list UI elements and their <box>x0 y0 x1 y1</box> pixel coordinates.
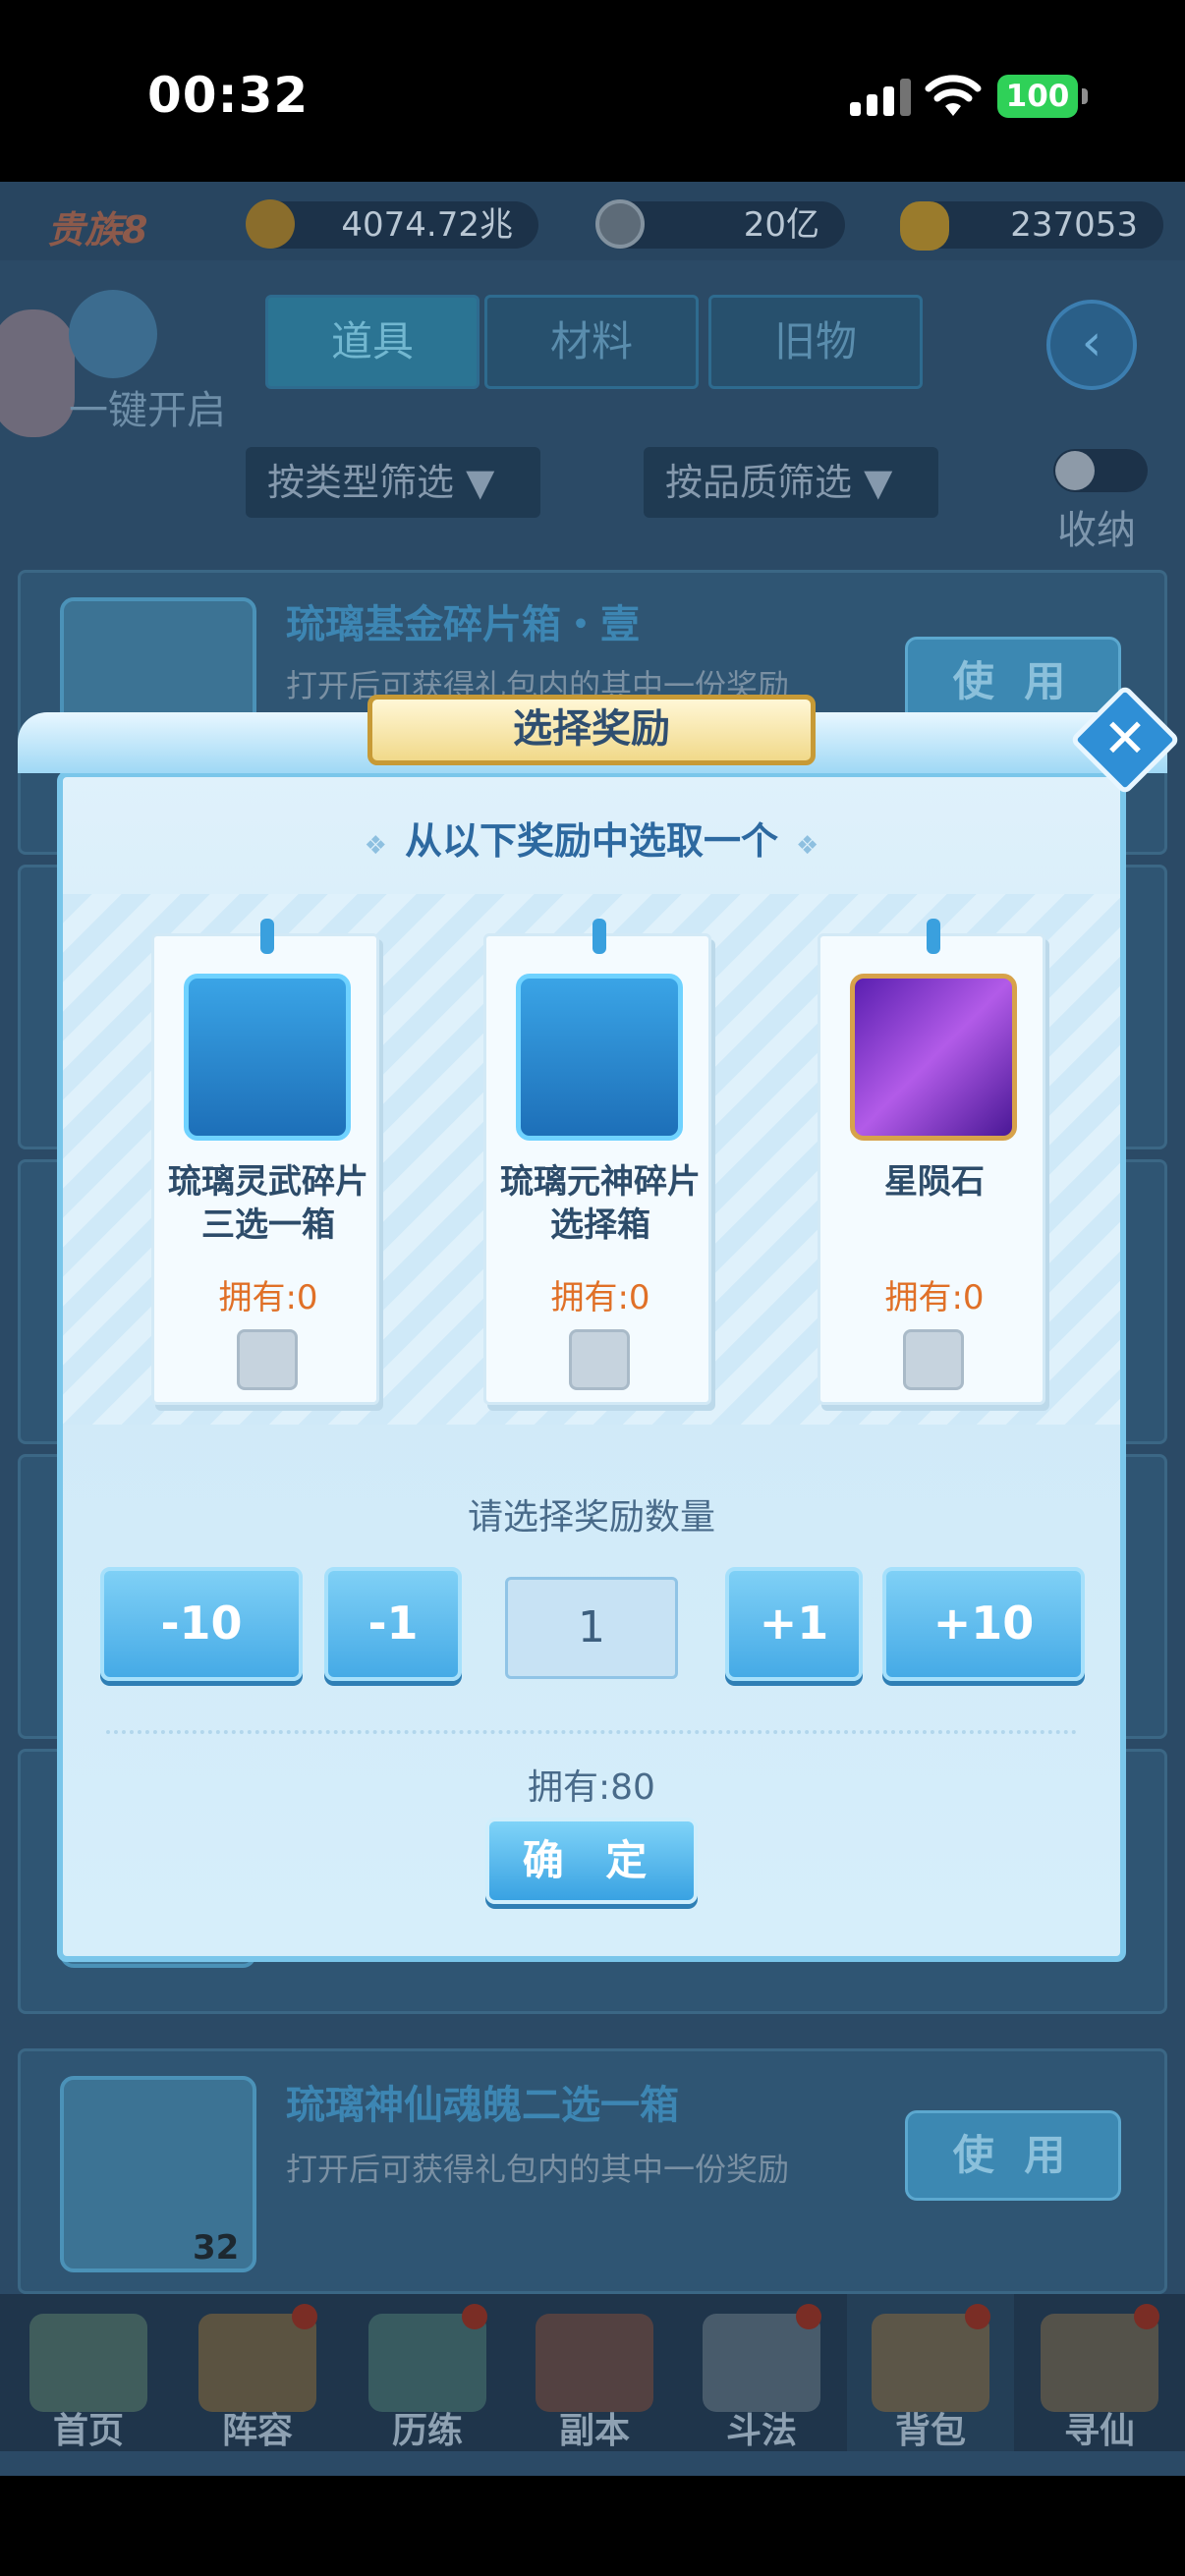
notification-dot <box>796 2304 821 2329</box>
gold-ingot-icon <box>900 201 949 251</box>
reward-owned: 拥有:0 <box>550 1278 650 1317</box>
dialog-subtitle: ❖ 从以下奖励中选取一个 ❖ <box>57 811 1126 865</box>
owned-total: 拥有:80 <box>528 1767 655 1808</box>
wifi-icon <box>925 75 982 116</box>
use-button[interactable]: 使 用 <box>905 2110 1121 2201</box>
star-crystal-icon <box>850 974 1017 1141</box>
battery-icon: 100 <box>997 75 1088 118</box>
minus-10-button[interactable]: -10 <box>100 1567 303 1681</box>
filter-quality-label: 按品质筛选 <box>665 461 853 504</box>
plus-1-button[interactable]: +1 <box>725 1567 863 1681</box>
hook-icon <box>927 919 940 954</box>
diamond-icon: ❖ <box>796 831 819 861</box>
power-value: 4074.72兆 <box>254 201 538 249</box>
nav-label: 背包 <box>894 2411 966 2451</box>
nav-bag[interactable]: 背包 <box>847 2294 1014 2451</box>
reward-checkbox[interactable] <box>237 1329 298 1390</box>
notification-dot <box>462 2304 487 2329</box>
reward-options: 琉璃灵武碎片三选一箱 拥有:0 琉璃元神碎片选择箱 拥有:0 星陨石 拥有:0 <box>63 894 1120 1425</box>
collapse-label: 收纳 <box>1057 508 1136 553</box>
spirit-weapon-chest-icon <box>184 974 351 1141</box>
tab-items[interactable]: 道具 <box>265 295 480 389</box>
close-icon: ✕ <box>1102 707 1148 769</box>
nav-training[interactable]: 历练 <box>344 2294 511 2451</box>
player-avatar[interactable] <box>0 309 75 437</box>
confirm-button[interactable]: 确 定 <box>485 1818 698 1904</box>
nav-dungeon[interactable]: 副本 <box>511 2294 678 2451</box>
reward-card[interactable]: 琉璃元神碎片选择箱 拥有:0 <box>483 919 711 1405</box>
reward-name: 琉璃灵武碎片三选一箱 <box>168 1162 368 1245</box>
back-button[interactable]: ‹ <box>1046 300 1137 390</box>
one-key-open-button[interactable]: 一键开启 <box>69 378 226 435</box>
nav-label: 历练 <box>391 2411 463 2451</box>
quantity-input[interactable]: 1 <box>505 1577 678 1679</box>
reward-name: 星陨石 <box>884 1162 985 1202</box>
reward-name: 琉璃元神碎片选择箱 <box>500 1162 701 1245</box>
nav-lineup[interactable]: 阵容 <box>174 2294 341 2451</box>
nav-battle[interactable]: 斗法 <box>678 2294 845 2451</box>
coin-icon <box>595 199 645 249</box>
funnel-icon: ▼ <box>864 461 893 504</box>
status-bar: 00:32 100 <box>0 0 1185 182</box>
quantity-label: 请选择奖励数量 <box>467 1497 715 1538</box>
reward-checkbox[interactable] <box>569 1329 630 1390</box>
subtitle-text: 从以下奖励中选取一个 <box>404 819 778 863</box>
collapse-toggle[interactable] <box>1053 449 1148 492</box>
tab-relics[interactable]: 旧物 <box>708 295 923 389</box>
dungeon-icon <box>536 2314 653 2412</box>
reward-card[interactable]: 星陨石 拥有:0 <box>818 919 1045 1405</box>
nav-home[interactable]: 首页 <box>5 2294 172 2451</box>
item-name: 琉璃神仙魂魄二选一箱 <box>286 2083 679 2128</box>
hook-icon <box>592 919 606 954</box>
home-icon <box>29 2314 147 2412</box>
notification-dot <box>292 2304 317 2329</box>
key-icon[interactable] <box>69 290 157 378</box>
hook-icon <box>260 919 274 954</box>
nav-seek-immortal[interactable]: 寻仙 <box>1016 2294 1183 2451</box>
plus-10-button[interactable]: +10 <box>882 1567 1085 1681</box>
nav-label: 副本 <box>558 2411 630 2451</box>
soul-chest-icon <box>516 974 683 1141</box>
divider <box>106 1730 1077 1734</box>
reward-card[interactable]: 琉璃灵武碎片三选一箱 拥有:0 <box>151 919 379 1405</box>
reward-owned: 拥有:0 <box>884 1278 985 1317</box>
diamond-icon: ❖ <box>364 831 387 861</box>
item-name: 琉璃基金碎片箱・壹 <box>286 602 640 647</box>
item-desc: 打开后可获得礼包内的其中一份奖励 <box>286 2151 790 2188</box>
funnel-icon: ▼ <box>466 461 495 504</box>
reward-checkbox[interactable] <box>903 1329 964 1390</box>
select-reward-dialog: 选择奖励 ✕ ❖ 从以下奖励中选取一个 ❖ 琉璃灵武碎片三选一箱 拥有:0 琉璃元神… <box>18 684 1181 1962</box>
power-icon <box>246 199 295 249</box>
list-item: 32 琉璃神仙魂魄二选一箱 打开后可获得礼包内的其中一份奖励 使 用 <box>18 2048 1167 2294</box>
nav-label: 首页 <box>52 2411 124 2451</box>
bottom-nav: 首页 阵容 历练 副本 斗法 背包 寻仙 <box>0 2294 1185 2451</box>
vip-level: 贵族8 <box>47 208 148 252</box>
resource-bar: 贵族8 4074.72兆 20亿 237053 <box>0 182 1185 260</box>
nav-label: 阵容 <box>221 2411 293 2451</box>
filter-by-type-button[interactable]: 按类型筛选 ▼ <box>246 447 540 518</box>
filter-by-quality-button[interactable]: 按品质筛选 ▼ <box>644 447 938 518</box>
minus-1-button[interactable]: -1 <box>324 1567 462 1681</box>
nav-label: 寻仙 <box>1063 2411 1135 2451</box>
tab-materials[interactable]: 材料 <box>484 295 699 389</box>
cellular-signal-icon <box>850 79 911 116</box>
clock: 00:32 <box>147 67 310 124</box>
item-count: 32 <box>193 2228 240 2268</box>
notification-dot <box>965 2304 990 2329</box>
reward-owned: 拥有:0 <box>218 1278 318 1317</box>
nav-label: 斗法 <box>725 2411 797 2451</box>
notification-dot <box>1134 2304 1159 2329</box>
filter-type-label: 按类型筛选 <box>267 461 455 504</box>
dialog-title: 选择奖励 <box>367 695 816 765</box>
